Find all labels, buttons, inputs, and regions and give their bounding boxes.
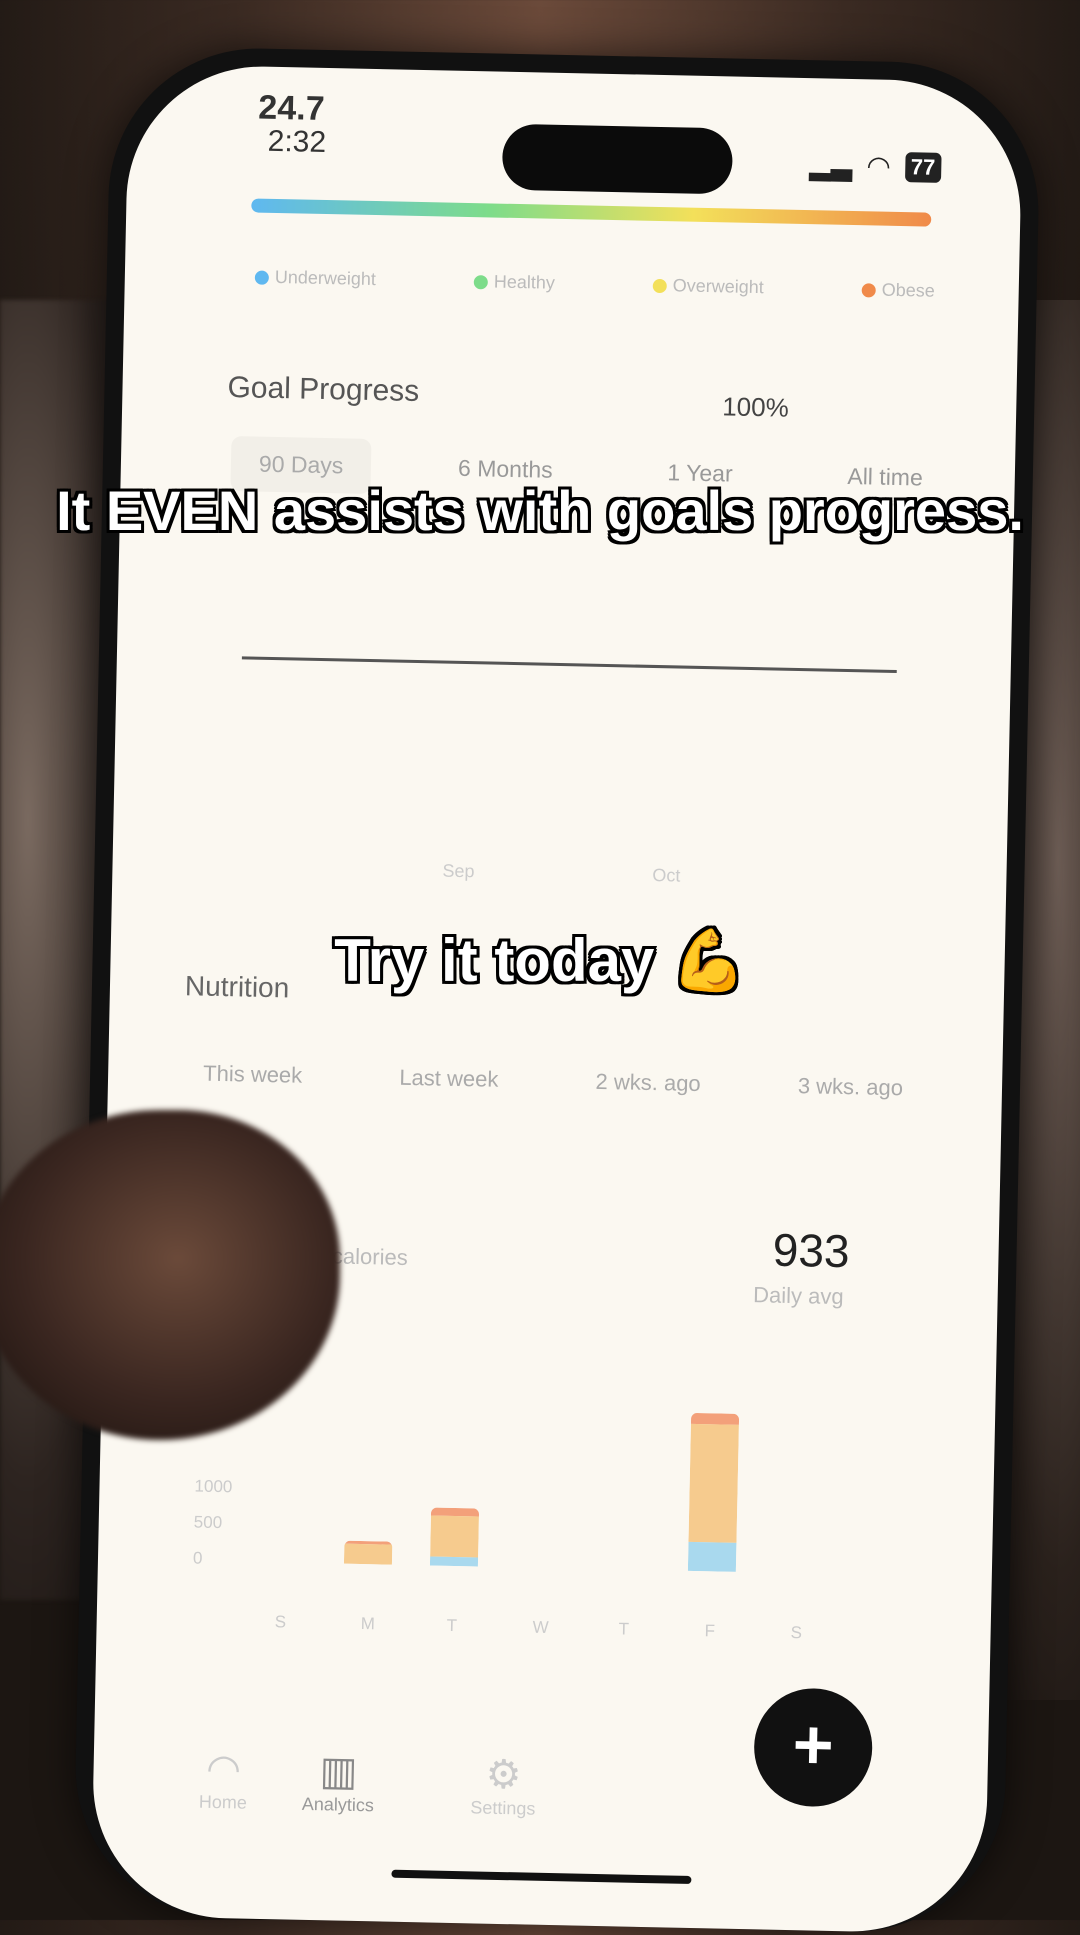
- bar-segment-carbs: [430, 1515, 479, 1558]
- x-tick-label: S: [790, 1623, 803, 1643]
- bmi-value-partial: 24.7: [258, 88, 325, 128]
- home-indicator: [391, 1869, 692, 1885]
- goal-progress-title: Goal Progress: [227, 370, 420, 408]
- y-tick-label: 500: [193, 1512, 223, 1533]
- home-icon: ◠: [205, 1746, 242, 1792]
- tab-2-weeks-ago[interactable]: 2 wks. ago: [595, 1069, 701, 1097]
- bar-segment-carbs: [343, 1543, 393, 1565]
- bar-segment-carbs: [688, 1424, 739, 1544]
- x-tick-label: T: [618, 1619, 630, 1639]
- nav-analytics[interactable]: ▥ Analytics: [268, 1747, 409, 1817]
- caption-top: It EVEN assists with goals progress.: [56, 479, 1024, 542]
- caption-bottom: Try it today 💪: [334, 927, 746, 994]
- legend-healthy: Healthy: [473, 271, 555, 294]
- x-tick-label: T: [446, 1615, 458, 1636]
- calorie-bar: [343, 1540, 393, 1565]
- signal-icon: ▂▃: [809, 149, 853, 182]
- daily-avg-label: Daily avg: [752, 1282, 844, 1310]
- nav-home[interactable]: ◠ Home: [163, 1745, 284, 1814]
- gear-icon: ⚙: [485, 1752, 522, 1798]
- y-tick-label: 0: [192, 1548, 203, 1568]
- legend-obese: Obese: [861, 279, 935, 302]
- tab-last-week[interactable]: Last week: [399, 1065, 499, 1093]
- wifi-icon: ◠: [866, 150, 892, 182]
- phone-screen: 24.7 2:32 ▂▃ ◠ 77 Underweight Healthy Ov…: [90, 63, 1024, 1935]
- bar-segment-protein: [429, 1556, 479, 1567]
- x-tick-label: F: [704, 1621, 716, 1641]
- nav-settings-label: Settings: [470, 1797, 536, 1819]
- nav-settings[interactable]: ⚙ Settings: [433, 1751, 574, 1821]
- bmi-legend: Underweight Healthy Overweight Obese: [254, 267, 935, 302]
- x-tick-label: M: [360, 1614, 376, 1634]
- goal-trend-line: [241, 656, 897, 674]
- bmi-scale-bar: [251, 198, 932, 227]
- nav-analytics-label: Analytics: [301, 1793, 375, 1816]
- y-tick-label: 1000: [194, 1476, 233, 1497]
- status-time: 2:32: [267, 124, 327, 159]
- x-tick-label: S: [274, 1612, 287, 1632]
- x-tick-label: W: [532, 1617, 549, 1637]
- calorie-bar: [429, 1507, 480, 1567]
- battery-icon: 77: [904, 151, 942, 183]
- bar-segment-protein: [687, 1542, 737, 1572]
- dynamic-island: [501, 123, 734, 195]
- calorie-bar: [687, 1412, 740, 1572]
- daily-avg-value: 933: [772, 1223, 851, 1278]
- legend-underweight: Underweight: [254, 267, 376, 291]
- goal-progress-percent: 100%: [721, 391, 790, 423]
- legend-overweight: Overweight: [652, 275, 764, 298]
- tab-3-weeks-ago[interactable]: 3 wks. ago: [798, 1073, 904, 1101]
- tab-this-week[interactable]: This week: [203, 1061, 303, 1089]
- bar-chart-icon: ▥: [319, 1749, 358, 1794]
- nutrition-week-tabs: This week Last week 2 wks. ago 3 wks. ag…: [203, 1061, 903, 1102]
- nutrition-bar-chart: 0 500 1000 S M T W T F S: [129, 64, 1023, 1642]
- status-icons: ▂▃ ◠ 77: [809, 148, 942, 184]
- nav-home-label: Home: [198, 1791, 248, 1813]
- month-label: Oct: [652, 864, 681, 886]
- bar-segment-fat: [690, 1412, 740, 1426]
- month-label: Sep: [442, 860, 475, 882]
